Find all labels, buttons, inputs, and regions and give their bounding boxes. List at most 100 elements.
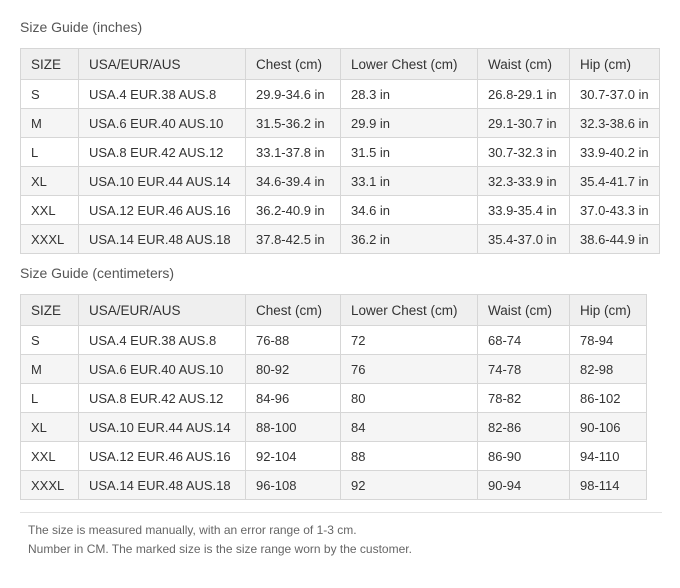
table-row: XXXL USA.14 EUR.48 AUS.18 37.8-42.5 in 3… — [20, 224, 660, 254]
cell-size: L — [20, 383, 79, 413]
cell-waist: 35.4-37.0 in — [477, 224, 570, 254]
cell-chest: 29.9-34.6 in — [245, 79, 341, 109]
cell-usa-eur-aus: USA.14 EUR.48 AUS.18 — [78, 470, 246, 500]
cell-size: S — [20, 79, 79, 109]
cell-chest: 31.5-36.2 in — [245, 108, 341, 138]
cell-hip: 32.3-38.6 in — [569, 108, 660, 138]
table-row: XXL USA.12 EUR.46 AUS.16 36.2-40.9 in 34… — [20, 195, 660, 225]
cell-lower-chest: 28.3 in — [340, 79, 478, 109]
cell-size: M — [20, 354, 79, 384]
cell-waist: 33.9-35.4 in — [477, 195, 570, 225]
cell-size: XXL — [20, 195, 79, 225]
cell-size: XXXL — [20, 470, 79, 500]
cell-waist: 86-90 — [477, 441, 570, 471]
cell-usa-eur-aus: USA.4 EUR.38 AUS.8 — [78, 79, 246, 109]
cell-usa-eur-aus: USA.8 EUR.42 AUS.12 — [78, 137, 246, 167]
table-row: XL USA.10 EUR.44 AUS.14 88-100 84 82-86 … — [20, 412, 647, 442]
cell-waist: 32.3-33.9 in — [477, 166, 570, 196]
cell-usa-eur-aus: USA.6 EUR.40 AUS.10 — [78, 108, 246, 138]
header-usa-eur-aus: USA/EUR/AUS — [78, 294, 246, 326]
cell-usa-eur-aus: USA.12 EUR.46 AUS.16 — [78, 195, 246, 225]
cell-hip: 33.9-40.2 in — [569, 137, 660, 167]
cell-size: XXXL — [20, 224, 79, 254]
size-table-centimeters: SIZE USA/EUR/AUS Chest (cm) Lower Chest … — [20, 294, 647, 500]
cell-usa-eur-aus: USA.12 EUR.46 AUS.16 — [78, 441, 246, 471]
cell-chest: 84-96 — [245, 383, 341, 413]
cell-waist: 90-94 — [477, 470, 570, 500]
header-size: SIZE — [20, 48, 79, 80]
table-header-row: SIZE USA/EUR/AUS Chest (cm) Lower Chest … — [20, 294, 647, 326]
cell-size: L — [20, 137, 79, 167]
cell-hip: 35.4-41.7 in — [569, 166, 660, 196]
size-guide-inches-title: Size Guide (inches) — [20, 19, 143, 35]
header-size: SIZE — [20, 294, 79, 326]
header-hip: Hip (cm) — [569, 294, 647, 326]
note-line-units: Number in CM. The marked size is the siz… — [28, 542, 412, 556]
cell-hip: 86-102 — [569, 383, 647, 413]
cell-waist: 30.7-32.3 in — [477, 137, 570, 167]
cell-usa-eur-aus: USA.10 EUR.44 AUS.14 — [78, 166, 246, 196]
cell-size: M — [20, 108, 79, 138]
cell-lower-chest: 88 — [340, 441, 478, 471]
cell-hip: 90-106 — [569, 412, 647, 442]
table-row: M USA.6 EUR.40 AUS.10 31.5-36.2 in 29.9 … — [20, 108, 660, 138]
cell-chest: 33.1-37.8 in — [245, 137, 341, 167]
cell-lower-chest: 31.5 in — [340, 137, 478, 167]
cell-lower-chest: 33.1 in — [340, 166, 478, 196]
header-hip: Hip (cm) — [569, 48, 660, 80]
header-lower-chest: Lower Chest (cm) — [340, 48, 478, 80]
cell-chest: 92-104 — [245, 441, 341, 471]
cell-chest: 88-100 — [245, 412, 341, 442]
cell-hip: 38.6-44.9 in — [569, 224, 660, 254]
cell-lower-chest: 92 — [340, 470, 478, 500]
cell-size: S — [20, 325, 79, 355]
header-chest: Chest (cm) — [245, 48, 341, 80]
cell-lower-chest: 80 — [340, 383, 478, 413]
cell-chest: 34.6-39.4 in — [245, 166, 341, 196]
table-row: L USA.8 EUR.42 AUS.12 84-96 80 78-82 86-… — [20, 383, 647, 413]
table-header-row: SIZE USA/EUR/AUS Chest (cm) Lower Chest … — [20, 48, 660, 80]
cell-waist: 29.1-30.7 in — [477, 108, 570, 138]
table-row: L USA.8 EUR.42 AUS.12 33.1-37.8 in 31.5 … — [20, 137, 660, 167]
cell-usa-eur-aus: USA.6 EUR.40 AUS.10 — [78, 354, 246, 384]
cell-waist: 82-86 — [477, 412, 570, 442]
cell-chest: 96-108 — [245, 470, 341, 500]
cell-waist: 78-82 — [477, 383, 570, 413]
cell-size: XL — [20, 412, 79, 442]
cell-hip: 78-94 — [569, 325, 647, 355]
cell-lower-chest: 34.6 in — [340, 195, 478, 225]
header-chest: Chest (cm) — [245, 294, 341, 326]
cell-hip: 37.0-43.3 in — [569, 195, 660, 225]
cell-chest: 76-88 — [245, 325, 341, 355]
size-table-inches: SIZE USA/EUR/AUS Chest (cm) Lower Chest … — [20, 48, 660, 254]
header-lower-chest: Lower Chest (cm) — [340, 294, 478, 326]
header-waist: Waist (cm) — [477, 294, 570, 326]
cell-chest: 37.8-42.5 in — [245, 224, 341, 254]
header-usa-eur-aus: USA/EUR/AUS — [78, 48, 246, 80]
cell-lower-chest: 72 — [340, 325, 478, 355]
cell-lower-chest: 29.9 in — [340, 108, 478, 138]
cell-size: XL — [20, 166, 79, 196]
size-guide-centimeters-title: Size Guide (centimeters) — [20, 265, 175, 281]
cell-lower-chest: 36.2 in — [340, 224, 478, 254]
cell-hip: 98-114 — [569, 470, 647, 500]
table-row: XXL USA.12 EUR.46 AUS.16 92-104 88 86-90… — [20, 441, 647, 471]
cell-hip: 82-98 — [569, 354, 647, 384]
measurement-notes: The size is measured manually, with an e… — [20, 512, 662, 559]
cell-usa-eur-aus: USA.4 EUR.38 AUS.8 — [78, 325, 246, 355]
table-row: XL USA.10 EUR.44 AUS.14 34.6-39.4 in 33.… — [20, 166, 660, 196]
cell-chest: 36.2-40.9 in — [245, 195, 341, 225]
cell-lower-chest: 76 — [340, 354, 478, 384]
table-row: S USA.4 EUR.38 AUS.8 76-88 72 68-74 78-9… — [20, 325, 647, 355]
table-row: XXXL USA.14 EUR.48 AUS.18 96-108 92 90-9… — [20, 470, 647, 500]
cell-lower-chest: 84 — [340, 412, 478, 442]
table-row: M USA.6 EUR.40 AUS.10 80-92 76 74-78 82-… — [20, 354, 647, 384]
cell-waist: 26.8-29.1 in — [477, 79, 570, 109]
cell-waist: 74-78 — [477, 354, 570, 384]
cell-hip: 94-110 — [569, 441, 647, 471]
cell-chest: 80-92 — [245, 354, 341, 384]
table-row: S USA.4 EUR.38 AUS.8 29.9-34.6 in 28.3 i… — [20, 79, 660, 109]
cell-size: XXL — [20, 441, 79, 471]
cell-usa-eur-aus: USA.10 EUR.44 AUS.14 — [78, 412, 246, 442]
cell-usa-eur-aus: USA.8 EUR.42 AUS.12 — [78, 383, 246, 413]
